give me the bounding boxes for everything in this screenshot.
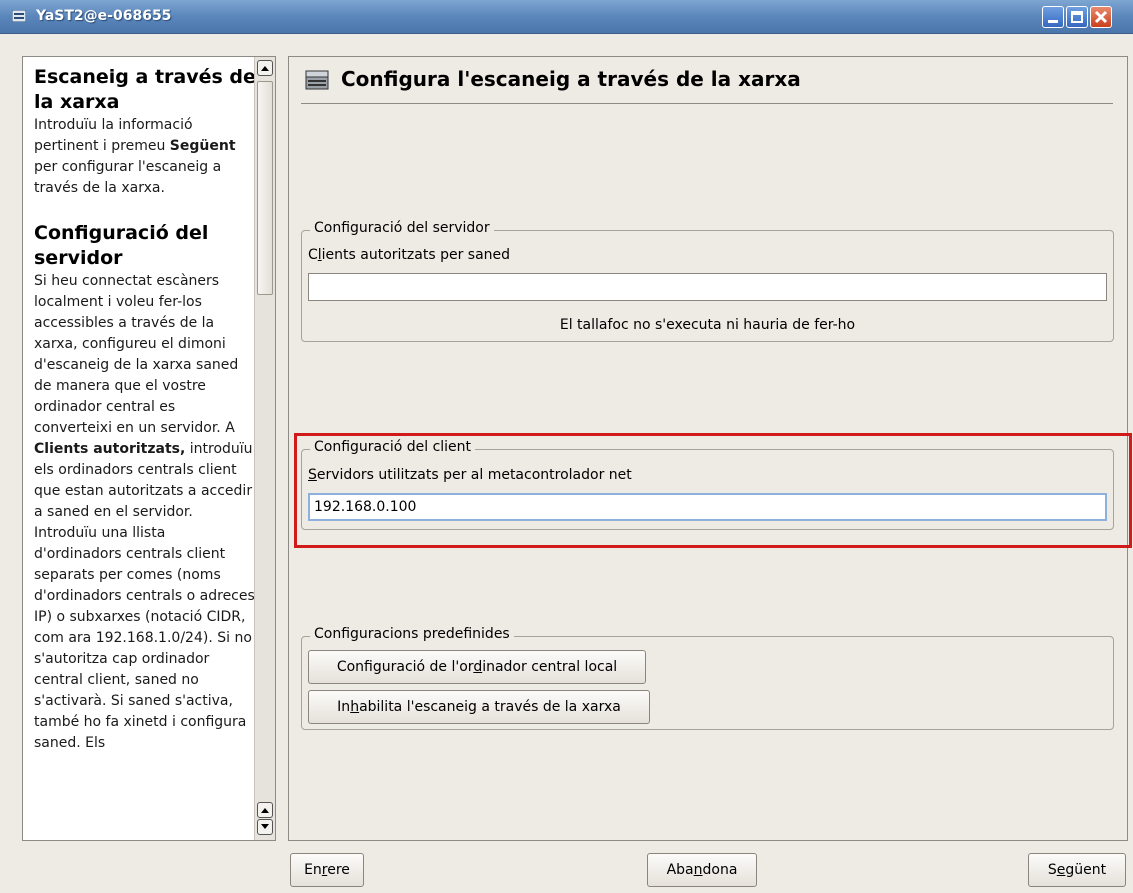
scroll-up-button[interactable] [257,60,273,76]
maximize-icon [1071,11,1083,23]
scroll-down-button[interactable] [257,819,273,835]
scanner-icon [305,70,329,90]
help-heading-2: Configuració del servidor [34,222,209,269]
scroll-up-icon [261,66,269,71]
scroll-up-icon [261,808,269,813]
firewall-status-text: El tallafoc no s'executa ni hauria de fe… [559,317,856,333]
minimize-icon [1048,20,1058,23]
title-bar: YaST2@e-068655 [0,0,1133,34]
disable-network-scanning-button[interactable]: Inhabilita l'escaneig a través de la xar… [308,690,650,724]
presets-frame: Configuracions predefinides Configuració… [301,626,1114,730]
back-button[interactable]: Enrere [290,853,364,887]
next-button[interactable]: Següent [1028,853,1126,887]
minimize-button[interactable] [1042,6,1064,28]
title-divider [301,103,1113,104]
maximize-button[interactable] [1066,6,1088,28]
authorized-clients-label: Clients autoritzats per saned [308,247,511,263]
local-host-config-button[interactable]: Configuració de l'ordinador central loca… [308,650,646,684]
server-config-legend: Configuració del servidor [310,220,494,236]
scroll-down-icon [261,824,269,829]
window-menu-icon[interactable] [12,10,26,22]
scroll-up-button-bottom[interactable] [257,802,273,818]
help-panel[interactable]: Escaneig a través de la xarxa Introduïu … [22,56,276,841]
highlight-box [294,433,1132,548]
server-config-frame: Configuració del servidor Clients autori… [301,220,1114,342]
close-icon [1094,10,1108,24]
close-button[interactable] [1090,6,1112,28]
help-text: Escaneig a través de la xarxa Introduïu … [34,65,256,764]
page-title: Configura l'escaneig a través de la xarx… [341,67,801,91]
window-title: YaST2@e-068655 [36,8,172,24]
help-heading-1: Escaneig a través de la xarxa [34,66,256,113]
help-paragraph-2: Si heu connectat escàners localment i vo… [34,273,255,751]
authorized-clients-input[interactable] [308,273,1107,301]
abort-button[interactable]: Abandona [647,853,757,887]
scroll-thumb[interactable] [257,81,273,295]
presets-legend: Configuracions predefinides [310,626,514,642]
help-scrollbar[interactable] [254,57,275,840]
help-paragraph-1: Introduïu la informació pertinent i prem… [34,117,236,196]
